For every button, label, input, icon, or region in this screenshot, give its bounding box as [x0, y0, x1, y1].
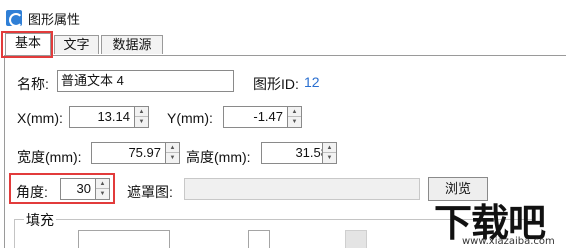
window-title: 图形属性	[28, 12, 81, 27]
site-watermark: 下载吧 www.xiazaiba.com	[428, 192, 566, 248]
tab-strip: 基本 文字 数据源	[0, 30, 566, 55]
mask-label: 遮罩图:	[127, 184, 173, 200]
shape-id-label: 图形ID:	[253, 76, 299, 92]
angle-highlight-box	[9, 173, 115, 204]
y-spin-up-icon[interactable]: ▲	[288, 107, 301, 117]
mask-field[interactable]	[184, 178, 420, 200]
app-icon	[6, 10, 23, 27]
tab-text[interactable]: 文字	[54, 35, 99, 54]
watermark-url: www.xiazaiba.com	[462, 236, 555, 247]
y-label: Y(mm):	[167, 110, 213, 126]
fill-option-checkbox[interactable]	[248, 230, 270, 248]
y-spin-down-icon[interactable]: ▼	[288, 117, 301, 127]
fill-option-swatch[interactable]	[345, 230, 367, 248]
tab-highlight-box	[1, 31, 53, 58]
height-spinner[interactable]: ▲ ▼	[322, 142, 337, 164]
y-field[interactable]: -1.47	[223, 106, 288, 128]
width-spinner[interactable]: ▲ ▼	[165, 142, 180, 164]
height-spin-down-icon[interactable]: ▼	[323, 153, 336, 163]
height-label: 高度(mm):	[186, 149, 251, 165]
title-bar: 图形属性	[0, 0, 566, 30]
x-spin-down-icon[interactable]: ▼	[135, 117, 148, 127]
name-field[interactable]: 普通文本 4	[57, 70, 234, 92]
x-field[interactable]: 13.14	[69, 106, 135, 128]
width-spin-down-icon[interactable]: ▼	[166, 153, 179, 163]
height-spin-up-icon[interactable]: ▲	[323, 143, 336, 153]
width-label: 宽度(mm):	[17, 149, 82, 165]
tab-datasource[interactable]: 数据源	[101, 35, 163, 54]
name-label: 名称:	[17, 76, 49, 92]
fill-color-dropdown[interactable]	[78, 230, 170, 248]
shape-id-value: 12	[304, 74, 320, 90]
x-spinner[interactable]: ▲ ▼	[134, 106, 149, 128]
width-field[interactable]: 75.97	[91, 142, 166, 164]
x-label: X(mm):	[17, 110, 63, 126]
y-spinner[interactable]: ▲ ▼	[287, 106, 302, 128]
width-spin-up-icon[interactable]: ▲	[166, 143, 179, 153]
fill-group-label: 填充	[24, 210, 56, 230]
x-spin-up-icon[interactable]: ▲	[135, 107, 148, 117]
